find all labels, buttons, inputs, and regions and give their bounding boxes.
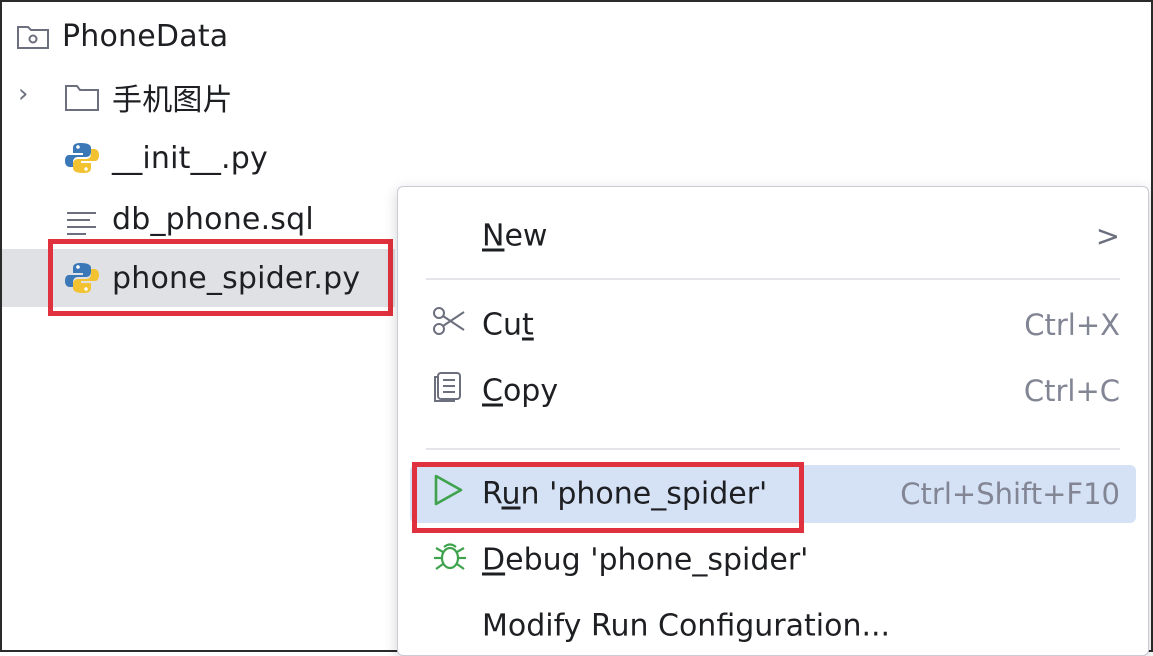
run-highlight-box <box>412 462 804 533</box>
chevron-right-icon[interactable]: › <box>18 79 29 109</box>
python-file-icon <box>64 141 100 183</box>
menu-item-modify-run-configuration[interactable]: Modify Run Configuration... <box>398 597 1148 655</box>
new-mnemonic: N <box>482 218 505 254</box>
cut-label: Cu <box>482 307 522 343</box>
folder-icon <box>64 82 100 120</box>
new-label: ew <box>504 218 548 254</box>
chevron-right-icon: > <box>1095 219 1120 253</box>
menu-separator <box>426 448 1120 450</box>
tree-item-init[interactable]: __init__.py <box>2 130 1151 186</box>
cut-mnemonic: t <box>521 307 534 343</box>
cut-shortcut: Ctrl+X <box>1024 308 1120 342</box>
debug-icon <box>432 539 468 581</box>
run-shortcut: Ctrl+Shift+F10 <box>900 477 1120 511</box>
file-highlight-box <box>48 239 393 316</box>
context-menu: New > Cut Ctrl+X Copy Ctrl+C Run 'phone_… <box>397 186 1149 656</box>
project-panel: PhoneData › 手机图片 __init__.py db_phone.sq… <box>0 0 1153 656</box>
scissors-icon <box>432 306 466 344</box>
menu-separator <box>426 278 1120 280</box>
tree-root-row[interactable]: PhoneData <box>2 8 1151 64</box>
tree-item-label: db_phone.sql <box>112 201 314 237</box>
modify-label: Modify Run Configuration... <box>482 608 891 644</box>
copy-label: opy <box>502 373 559 409</box>
tree-item-label: __init__.py <box>112 140 268 176</box>
menu-item-debug[interactable]: Debug 'phone_spider' <box>398 531 1148 589</box>
module-folder-icon <box>16 22 50 58</box>
copy-icon <box>432 371 462 411</box>
tree-item-folder[interactable]: › 手机图片 <box>2 69 1151 125</box>
menu-item-cut[interactable]: Cut Ctrl+X <box>398 296 1148 354</box>
text-file-icon <box>66 208 98 243</box>
menu-item-new[interactable]: New > <box>398 207 1148 265</box>
copy-shortcut: Ctrl+C <box>1023 374 1120 408</box>
debug-mnemonic: D <box>482 542 506 578</box>
debug-label: ebug 'phone_spider' <box>505 542 809 578</box>
tree-item-label: 手机图片 <box>112 83 233 118</box>
copy-mnemonic: C <box>482 373 503 409</box>
tree-root-label: PhoneData <box>62 18 229 54</box>
menu-item-copy[interactable]: Copy Ctrl+C <box>398 362 1148 420</box>
